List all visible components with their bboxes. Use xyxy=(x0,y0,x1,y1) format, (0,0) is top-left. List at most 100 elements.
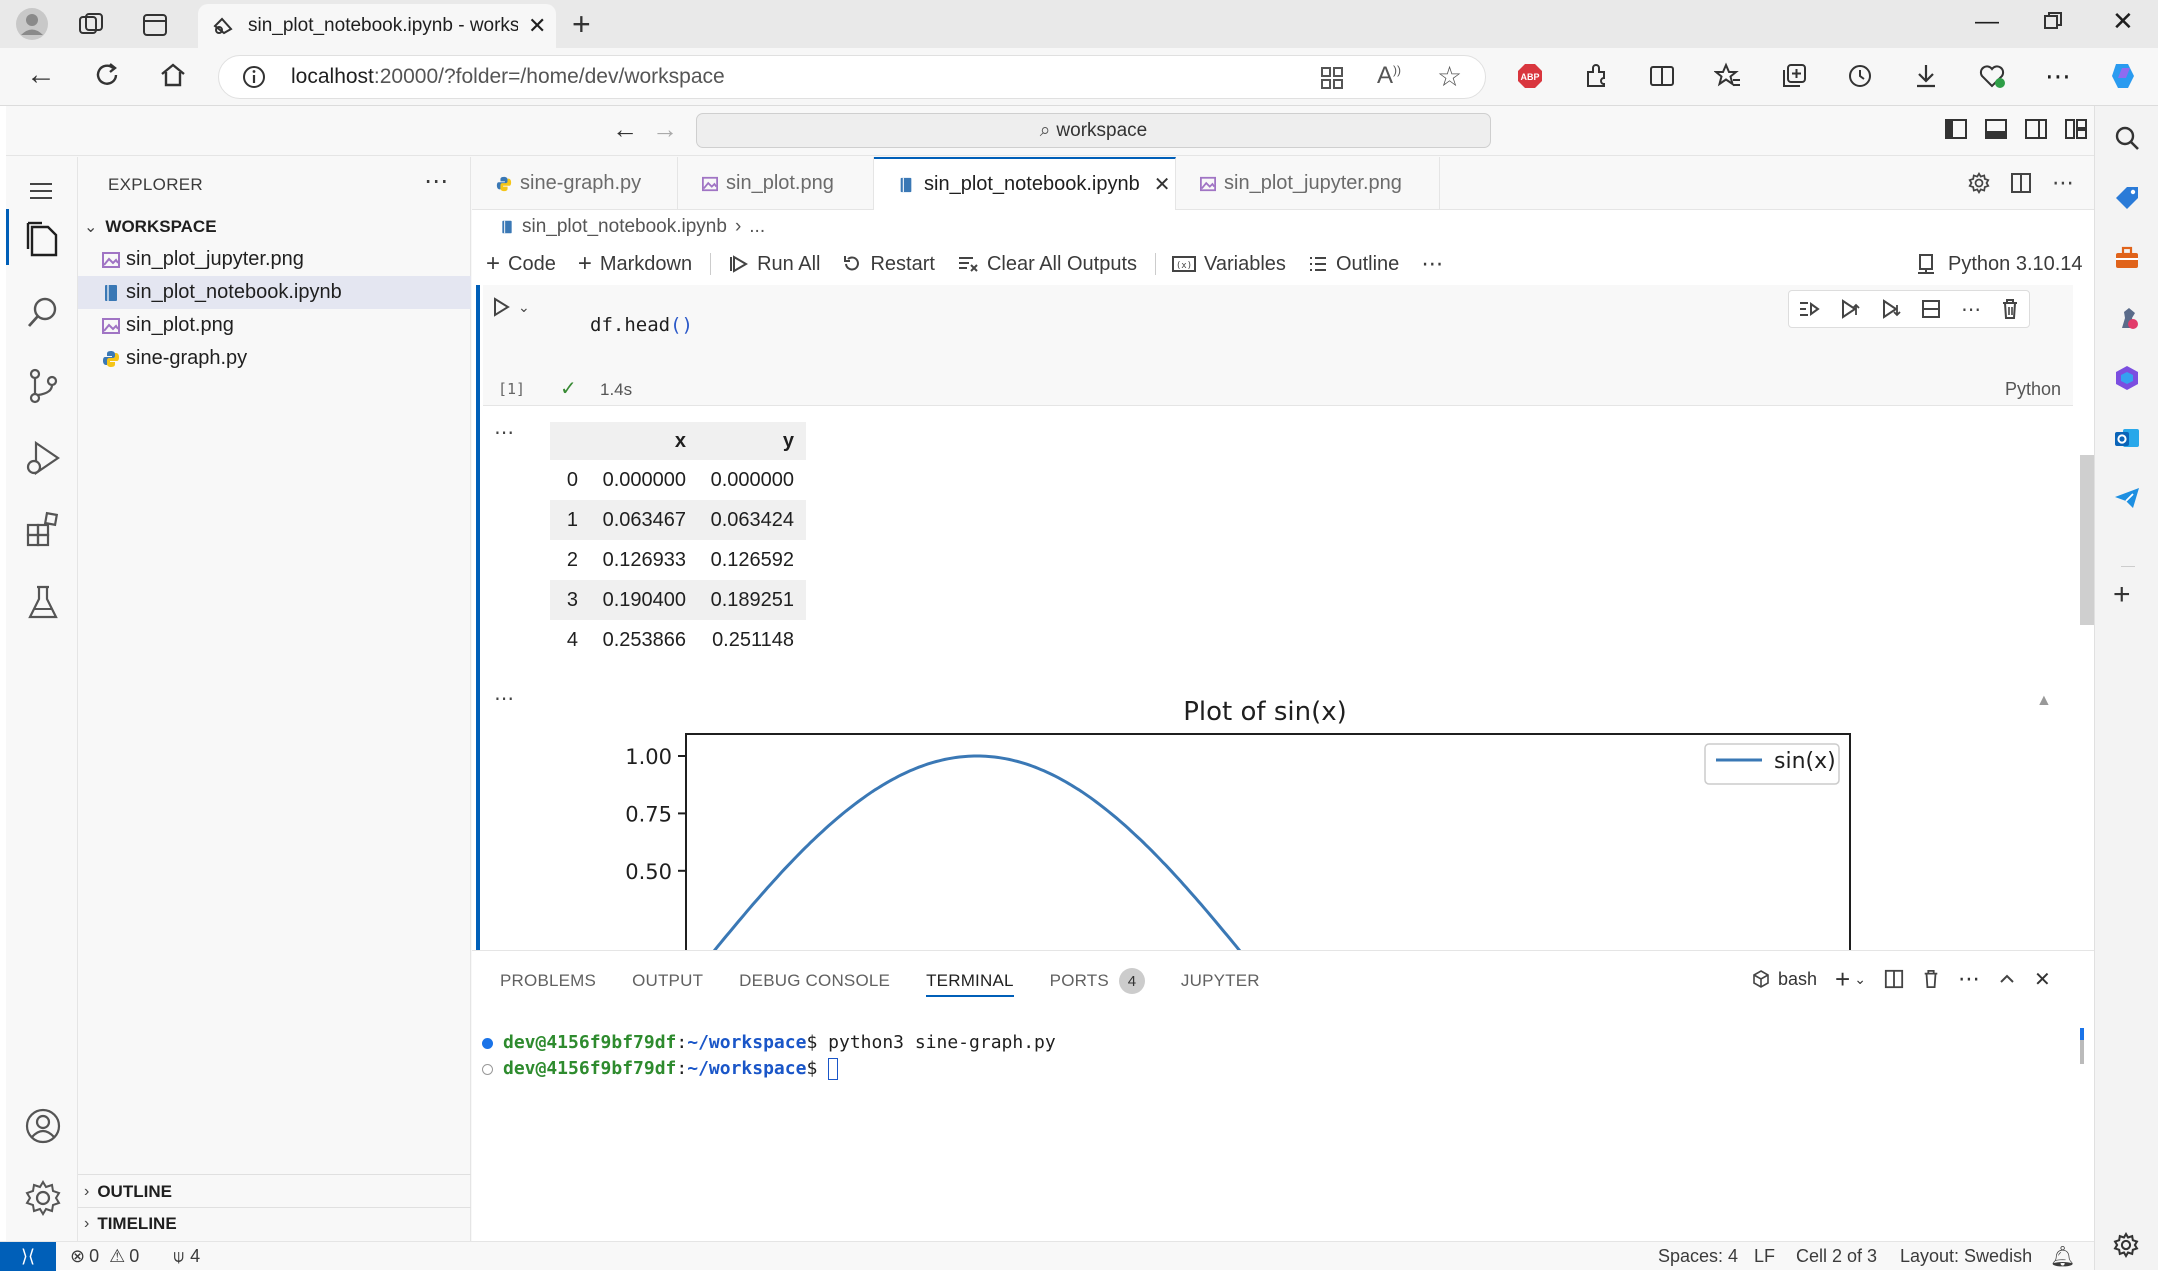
outline-button[interactable]: Outline xyxy=(1308,253,1399,276)
read-aloud-icon[interactable]: A)) xyxy=(1377,62,1401,90)
scroll-up-arrow-icon[interactable]: ▲ xyxy=(2036,692,2052,710)
add-sidebar-app-icon[interactable]: + xyxy=(2113,578,2131,612)
timeline-section-header[interactable]: › TIMELINE xyxy=(84,1211,177,1237)
add-markdown-cell-button[interactable]: + Markdown xyxy=(578,250,692,278)
output-more-icon[interactable]: ⋯ xyxy=(494,686,514,711)
execute-above-icon[interactable] xyxy=(1839,298,1861,320)
favorites-icon[interactable] xyxy=(1708,56,1748,96)
cell-position-status[interactable]: Cell 2 of 3 xyxy=(1796,1246,1877,1267)
games-chess-icon[interactable] xyxy=(2113,304,2141,332)
tab-jupyter[interactable]: JUPYTER xyxy=(1181,971,1260,991)
refresh-icon[interactable] xyxy=(92,60,122,90)
testing-flask-icon[interactable] xyxy=(26,583,60,621)
breadcrumb-file[interactable]: sin_plot_notebook.ipynb xyxy=(522,216,727,238)
editor-tab-sine-graph[interactable]: sine-graph.py xyxy=(472,157,678,210)
workspace-folder-header[interactable]: ⌄ WORKSPACE xyxy=(84,213,217,241)
editor-tab-sin-plot-jupyter[interactable]: sin_plot_jupyter.png xyxy=(1176,157,1440,210)
downloads-icon[interactable] xyxy=(1906,56,1946,96)
menu-icon[interactable] xyxy=(26,176,56,206)
restore-icon[interactable] xyxy=(2040,8,2066,34)
new-terminal-button[interactable]: + ⌄ xyxy=(1835,964,1866,995)
close-tab-icon[interactable]: ✕ xyxy=(1154,172,1171,197)
back-icon[interactable]: ← xyxy=(26,58,56,92)
nav-forward-icon[interactable]: → xyxy=(652,114,678,145)
nav-back-icon[interactable]: ← xyxy=(612,114,638,145)
home-icon[interactable] xyxy=(158,60,188,90)
restart-button[interactable]: Restart xyxy=(842,253,935,276)
shopping-tag-icon[interactable] xyxy=(2113,184,2141,212)
tab-actions-icon[interactable] xyxy=(140,10,170,40)
breadcrumb-more[interactable]: ... xyxy=(749,216,765,238)
file-item-sine-graph[interactable]: sine-graph.py xyxy=(78,342,471,375)
editor-scrollbar-thumb[interactable] xyxy=(2080,455,2094,625)
notebook-settings-gear-icon[interactable] xyxy=(1968,172,1990,194)
settings-more-icon[interactable]: ⋯ xyxy=(2038,56,2078,96)
workspaces-icon[interactable] xyxy=(76,10,106,40)
kill-terminal-trash-icon[interactable] xyxy=(1922,969,1940,989)
cell-more-icon[interactable]: ⋯ xyxy=(1961,297,1981,322)
close-panel-icon[interactable]: ✕ xyxy=(2034,967,2051,992)
minimize-icon[interactable]: — xyxy=(1975,8,1999,36)
panel-more-icon[interactable]: ⋯ xyxy=(1958,966,1980,992)
close-window-icon[interactable]: ✕ xyxy=(2112,6,2134,37)
eol-status[interactable]: LF xyxy=(1754,1246,1775,1267)
toggle-panel-icon[interactable] xyxy=(1984,117,2008,141)
send-telegram-icon[interactable] xyxy=(2113,484,2141,512)
toggle-secondary-sidebar-icon[interactable] xyxy=(2024,117,2048,141)
new-tab-icon[interactable]: + xyxy=(572,6,591,43)
tab-debug-console[interactable]: DEBUG CONSOLE xyxy=(739,971,890,991)
execute-below-icon[interactable] xyxy=(1880,298,1902,320)
extensions-icon[interactable] xyxy=(1576,56,1616,96)
explorer-icon[interactable] xyxy=(24,219,60,259)
terminal-output[interactable]: dev@4156f9bf79df : ~/workspace $ python3… xyxy=(482,1030,1056,1082)
profile-icon[interactable] xyxy=(14,6,50,42)
url-field[interactable]: localhost :20000/?folder=/home/dev/works… xyxy=(218,55,1486,99)
browser-tab-active[interactable]: sin_plot_notebook.ipynb - works ✕ xyxy=(198,4,556,48)
accounts-icon[interactable] xyxy=(24,1107,62,1145)
tab-output[interactable]: OUTPUT xyxy=(632,971,703,991)
favorite-star-icon[interactable]: ☆ xyxy=(1437,60,1462,93)
notifications-bell-icon[interactable]: 🔔︎ xyxy=(2050,1244,2075,1269)
more-actions-icon[interactable]: ⋯ xyxy=(2052,172,2074,194)
file-item-sin-plot-notebook[interactable]: sin_plot_notebook.ipynb xyxy=(78,276,471,309)
cell-language-label[interactable]: Python xyxy=(2005,379,2061,400)
run-all-button[interactable]: Run All xyxy=(729,253,820,276)
manage-gear-icon[interactable] xyxy=(24,1179,62,1217)
tools-briefcase-icon[interactable] xyxy=(2113,244,2141,272)
file-item-sin-plot[interactable]: sin_plot.png xyxy=(78,309,471,342)
run-by-line-icon[interactable] xyxy=(1798,299,1821,319)
tab-problems[interactable]: PROBLEMS xyxy=(500,971,596,991)
cell-code-line[interactable]: df. head () xyxy=(590,314,693,336)
customize-layout-icon[interactable] xyxy=(2064,117,2088,141)
execute-cell-button[interactable]: ⌄ xyxy=(490,296,530,318)
run-debug-icon[interactable] xyxy=(24,439,62,477)
tab-terminal[interactable]: TERMINAL xyxy=(926,971,1014,997)
tab-ports[interactable]: PORTS 4 xyxy=(1050,968,1145,994)
app-available-icon[interactable] xyxy=(1319,65,1345,91)
adblock-icon[interactable]: ABP xyxy=(1510,56,1550,96)
ports-status[interactable]: ⍦ 4 xyxy=(173,1246,200,1267)
close-tab-icon[interactable]: ✕ xyxy=(528,13,546,39)
split-terminal-icon[interactable] xyxy=(1884,969,1904,989)
output-more-icon[interactable]: ⋯ xyxy=(494,420,514,445)
outline-section-header[interactable]: › OUTLINE xyxy=(84,1179,172,1205)
kernel-picker[interactable]: Python 3.10.14 xyxy=(1916,250,2083,278)
delete-cell-trash-icon[interactable] xyxy=(2000,298,2020,320)
split-cell-icon[interactable] xyxy=(1920,298,1942,320)
indentation-status[interactable]: Spaces: 4 xyxy=(1658,1246,1738,1267)
history-icon[interactable] xyxy=(1840,56,1880,96)
split-screen-icon[interactable] xyxy=(1642,56,1682,96)
sidebar-settings-gear-icon[interactable] xyxy=(2113,1232,2139,1258)
edge-search-icon[interactable] xyxy=(2113,124,2141,152)
editor-tab-sin-plot-notebook[interactable]: sin_plot_notebook.ipynb ✕ xyxy=(874,157,1176,210)
clear-all-outputs-button[interactable]: Clear All Outputs xyxy=(957,253,1137,276)
split-editor-icon[interactable] xyxy=(2010,172,2032,194)
copilot-icon[interactable] xyxy=(2104,56,2144,96)
maximize-panel-chevron-up-icon[interactable] xyxy=(1998,970,2016,988)
variables-button[interactable]: (x) Variables xyxy=(1172,253,1286,276)
performance-icon[interactable] xyxy=(1972,56,2012,96)
keyboard-layout-status[interactable]: Layout: Swedish xyxy=(1900,1246,2032,1267)
editor-tab-sin-plot[interactable]: sin_plot.png xyxy=(678,157,874,210)
toolbar-more-icon[interactable]: ⋯ xyxy=(1421,251,1443,277)
explorer-more-icon[interactable]: ⋯ xyxy=(424,167,448,196)
